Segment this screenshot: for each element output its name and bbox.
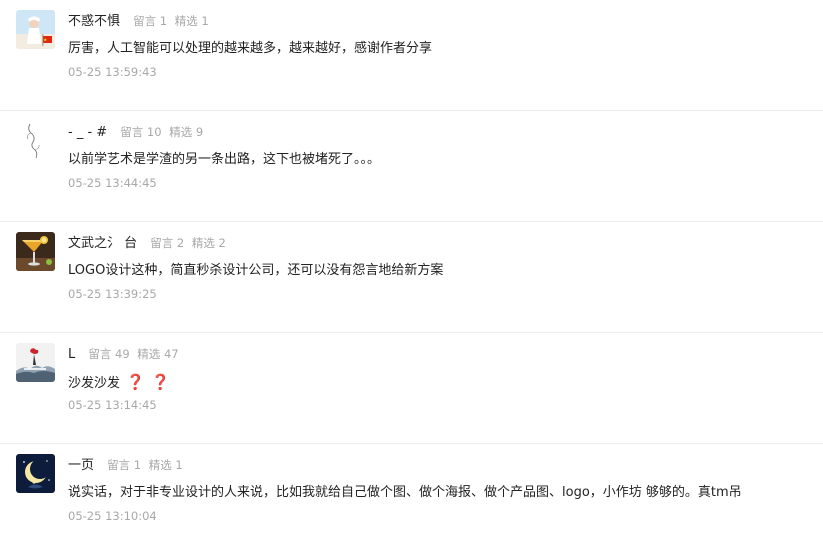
avatar-moon-night[interactable] <box>16 454 55 493</box>
comment-header: L 留言 49 精选 47 <box>68 344 183 362</box>
message-count: 留言 10 <box>120 125 162 139</box>
comment-item: - _ - # 留言 10 精选 9 以前学艺术是学渣的另一条出路，这下也被堵死… <box>0 111 823 222</box>
comment-text: 以前学艺术是学渣的另一条出路，这下也被堵死了。。。 <box>68 152 381 167</box>
user-name[interactable]: - _ - # <box>68 125 107 140</box>
featured-count: 精选 1 <box>174 14 209 28</box>
comment-item: 不惑不惧 留言 1 精选 1 厉害，人工智能可以处理的越来越多，越来越好，感谢作… <box>0 0 823 111</box>
user-name[interactable]: L <box>68 347 75 362</box>
question-mark-emoji: ❓ <box>126 373 145 391</box>
comment-list: 不惑不惧 留言 1 精选 1 厉害，人工智能可以处理的越来越多，越来越好，感谢作… <box>0 0 823 555</box>
comment-header: 一页 留言 1 精选 1 <box>68 455 187 473</box>
comment-item: L 留言 49 精选 47 沙发沙发 ❓ ❓ 05-25 13:14:45 <box>0 333 823 444</box>
comment-time: 05-25 13:10:04 <box>68 509 157 523</box>
comment-text: 说实话，对于非专业设计的人来说，比如我就给自己做个图、做个海报、做个产品图、lo… <box>68 485 742 500</box>
comment-time: 05-25 13:14:45 <box>68 398 157 412</box>
message-count: 留言 1 <box>133 14 168 28</box>
avatar-image <box>16 454 55 493</box>
avatar-ink-painting[interactable] <box>16 343 55 382</box>
comment-header: 不惑不惧 留言 1 精选 1 <box>68 11 213 29</box>
avatar-beach-girl-flag[interactable] <box>16 10 55 49</box>
user-stats: 留言 1 精选 1 <box>133 14 213 28</box>
comment-text: 沙发沙发 <box>68 376 121 391</box>
featured-count: 精选 2 <box>191 236 226 250</box>
comment-item: 文武之氵 台 留言 2 精选 2 LOGO设计这种，简直秒杀设计公司，还可以没有… <box>0 222 823 333</box>
avatar-sketch-line[interactable] <box>16 121 55 160</box>
comment-time: 05-25 13:44:45 <box>68 176 157 190</box>
avatar-image <box>16 232 55 271</box>
message-count: 留言 49 <box>88 347 130 361</box>
comment-text: LOGO设计这种，简直秒杀设计公司，还可以没有怨言地给新方案 <box>68 263 444 278</box>
avatar-cocktail-glass[interactable] <box>16 232 55 271</box>
avatar-image <box>16 343 55 382</box>
featured-count: 精选 47 <box>137 347 179 361</box>
user-stats: 留言 1 精选 1 <box>107 458 187 472</box>
user-stats: 留言 49 精选 47 <box>88 347 182 361</box>
avatar-image <box>16 10 55 49</box>
comment-item: 一页 留言 1 精选 1 说实话，对于非专业设计的人来说，比如我就给自己做个图、… <box>0 444 823 555</box>
user-stats: 留言 2 精选 2 <box>150 236 230 250</box>
user-name[interactable]: 不惑不惧 <box>68 14 120 29</box>
comment-time: 05-25 13:59:43 <box>68 65 157 79</box>
comment-header: - _ - # 留言 10 精选 9 <box>68 122 207 140</box>
comment-text-row: 沙发沙发 ❓ ❓ <box>68 372 170 394</box>
comment-header: 文武之氵 台 留言 2 精选 2 <box>68 233 230 251</box>
user-stats: 留言 10 精选 9 <box>120 125 207 139</box>
comment-time: 05-25 13:39:25 <box>68 287 157 301</box>
avatar-image <box>16 121 55 160</box>
message-count: 留言 2 <box>150 236 185 250</box>
featured-count: 精选 9 <box>169 125 204 139</box>
comment-text: 厉害，人工智能可以处理的越来越多，越来越好，感谢作者分享 <box>68 41 433 56</box>
featured-count: 精选 1 <box>148 458 183 472</box>
message-count: 留言 1 <box>107 458 142 472</box>
question-mark-emoji: ❓ <box>150 373 170 391</box>
user-name[interactable]: 文武之氵 台 <box>68 236 137 251</box>
user-name[interactable]: 一页 <box>68 458 94 473</box>
